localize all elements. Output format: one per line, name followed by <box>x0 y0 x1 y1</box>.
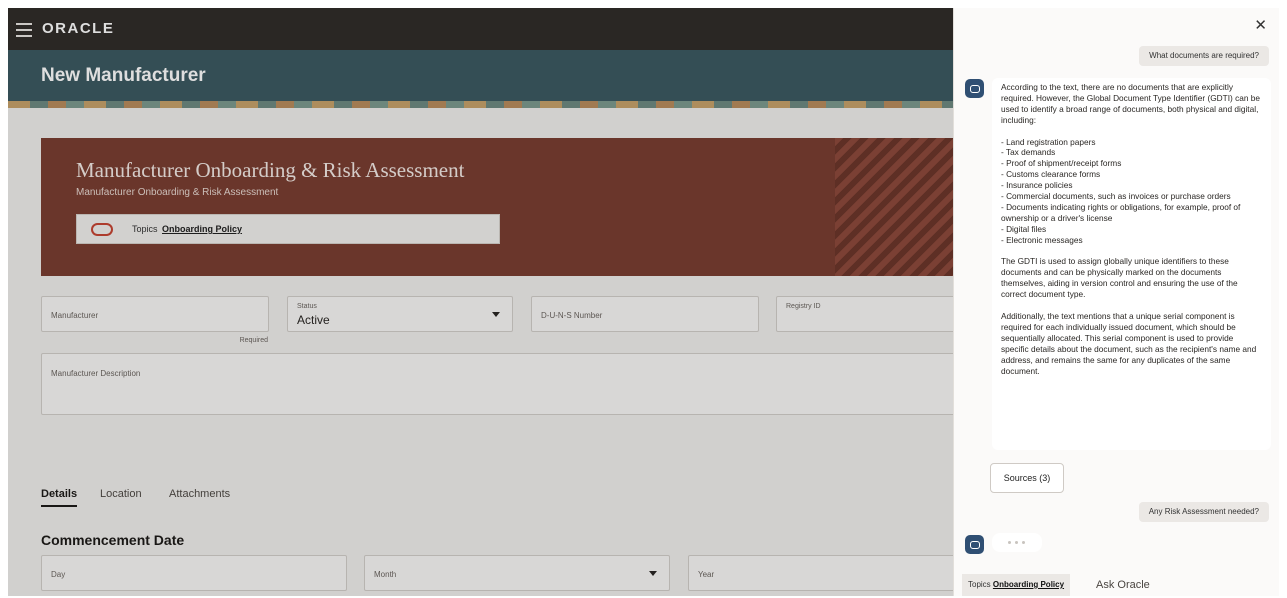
topic-link-onboarding-policy[interactable]: Onboarding Policy <box>162 224 242 234</box>
month-label: Month <box>374 570 397 579</box>
chevron-down-icon <box>492 312 500 317</box>
year-field[interactable]: Year <box>688 555 953 591</box>
list-item: - Insurance policies <box>1001 180 1073 191</box>
topic-chip[interactable]: Topics Onboarding Policy <box>962 574 1071 596</box>
list-item: - Customs clearance forms <box>1001 169 1101 180</box>
description-label: Manufacturer Description <box>51 369 141 378</box>
registry-id-field[interactable]: Registry ID <box>776 296 953 332</box>
banner-art <box>835 138 953 276</box>
close-icon[interactable]: ✕ <box>1254 16 1267 34</box>
banner-title: Manufacturer Onboarding & Risk Assessmen… <box>76 158 465 182</box>
topic-prefix: Topics <box>968 580 991 589</box>
response-paragraph: Additionally, the text mentions that a u… <box>1001 310 1257 376</box>
duns-label: D-U-N-S Number <box>541 311 603 320</box>
response-intro: According to the text, there are no docu… <box>1001 82 1261 125</box>
list-item: - Electronic messages <box>1001 234 1083 245</box>
year-label: Year <box>698 570 715 579</box>
onboarding-banner: Manufacturer Onboarding & Risk Assessmen… <box>41 138 953 276</box>
list-item: - Proof of shipment/receipt forms <box>1001 158 1122 169</box>
list-item: - Land registration papers <box>1001 136 1096 147</box>
topic-prefix: Topics <box>132 224 158 234</box>
month-select[interactable]: Month <box>364 555 670 591</box>
page-content: Manufacturer Onboarding & Risk Assessmen… <box>8 108 953 596</box>
registry-label: Registry ID <box>786 303 821 310</box>
status-label: Status <box>297 303 317 310</box>
chat-input-bar: Topics Onboarding Policy <box>962 574 1272 596</box>
typing-indicator <box>992 533 1042 552</box>
sources-button[interactable]: Sources (3) <box>990 463 1064 493</box>
assistant-panel: ✕ What documents are required? According… <box>953 8 1279 596</box>
top-bar: ORACLE <box>8 8 953 50</box>
hamburger-menu-icon[interactable] <box>16 19 32 39</box>
list-item: - Commercial documents, such as invoices… <box>1001 191 1231 202</box>
page-title: New Manufacturer <box>41 65 206 86</box>
day-field[interactable]: Day <box>41 555 347 591</box>
list-item: - Digital files <box>1001 223 1047 234</box>
tab-attachments[interactable]: Attachments <box>169 488 230 500</box>
banner-subtitle: Manufacturer Onboarding & Risk Assessmen… <box>76 187 279 198</box>
tab-location[interactable]: Location <box>100 488 142 500</box>
response-paragraph: The GDTI is used to assign globally uniq… <box>1001 256 1238 300</box>
assistant-response: According to the text, there are no docu… <box>992 78 1271 450</box>
header-decoration <box>8 101 953 108</box>
duns-number-field[interactable]: D-U-N-S Number <box>531 296 759 332</box>
manufacturer-description-field[interactable]: Manufacturer Description <box>41 353 953 415</box>
manufacturer-label: Manufacturer <box>51 311 99 320</box>
ask-oracle-input[interactable] <box>1096 576 1266 594</box>
manufacturer-field[interactable]: Manufacturer Required <box>41 296 269 344</box>
day-label: Day <box>51 570 66 579</box>
required-hint: Required <box>239 337 268 344</box>
tab-details[interactable]: Details <box>41 488 78 507</box>
page-header: New Manufacturer <box>8 50 953 108</box>
document-list: - Land registration papers - Tax demands… <box>1001 137 1262 246</box>
oracle-oval-icon <box>91 223 113 236</box>
oracle-assistant-icon <box>965 79 984 98</box>
list-item: - Documents indicating rights or obligat… <box>1001 201 1241 223</box>
chevron-down-icon <box>649 571 657 576</box>
topic-link-onboarding-policy[interactable]: Onboarding Policy <box>993 580 1064 589</box>
topic-box[interactable]: Topics Onboarding Policy <box>76 214 500 244</box>
main-page: ORACLE New Manufacturer Manufacturer Onb… <box>8 8 953 596</box>
status-value: Active <box>297 313 330 327</box>
oracle-logo: ORACLE <box>42 20 115 37</box>
section-title: Commencement Date <box>41 532 185 548</box>
list-item: - Tax demands <box>1001 147 1056 158</box>
oracle-assistant-icon <box>965 535 984 554</box>
user-message: Any Risk Assessment needed? <box>1138 502 1269 522</box>
user-message: What documents are required? <box>1139 46 1269 66</box>
status-select[interactable]: Status Active <box>287 296 513 332</box>
